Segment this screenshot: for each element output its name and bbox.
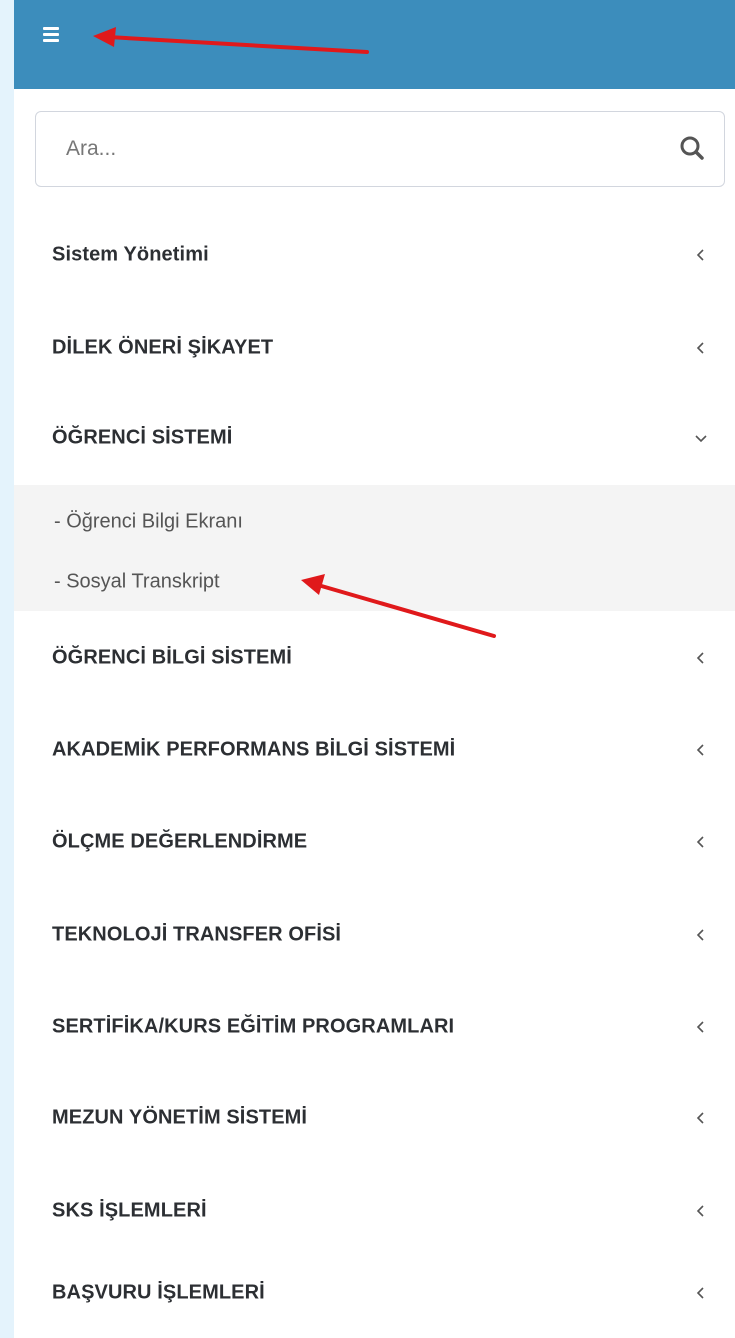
chevron-left-icon: [696, 929, 704, 941]
sidebar-item-label: ÖĞRENCİ BİLGİ SİSTEMİ: [52, 646, 292, 669]
sidebar-item-sistem-yonetimi[interactable]: Sistem Yönetimi: [14, 210, 735, 300]
top-navbar: [14, 0, 735, 89]
chevron-left-icon: [696, 342, 704, 354]
chevron-left-icon: [696, 249, 704, 261]
sidebar-item-label: TEKNOLOJİ TRANSFER OFİSİ: [52, 923, 342, 946]
sidebar-item-teknoloji-transfer[interactable]: TEKNOLOJİ TRANSFER OFİSİ: [14, 890, 735, 980]
sidebar-item-ogrenci-bilgi-sistemi[interactable]: ÖĞRENCİ BİLGİ SİSTEMİ: [14, 613, 735, 703]
submenu-item-label: - Sosyal Transkript: [54, 570, 220, 593]
sidebar-item-basvuru-islemleri[interactable]: BAŞVURU İŞLEMLERİ: [14, 1248, 735, 1338]
hamburger-icon[interactable]: [43, 27, 59, 42]
sidebar-item-sks-islemleri[interactable]: SKS İŞLEMLERİ: [14, 1166, 735, 1256]
sidebar-item-label: AKADEMİK PERFORMANS BİLGİ SİSTEMİ: [52, 738, 456, 761]
sidebar-item-label: DİLEK ÖNERİ ŞİKAYET: [52, 336, 274, 359]
sidebar-item-label: Sistem Yönetimi: [52, 243, 209, 266]
search-form: [35, 111, 725, 187]
submenu-ogrenci-sistemi: - Öğrenci Bilgi Ekranı - Sosyal Transkri…: [14, 485, 735, 611]
sidebar-item-label: SKS İŞLEMLERİ: [52, 1199, 207, 1222]
search-button[interactable]: [676, 132, 710, 166]
submenu-item-label: - Öğrenci Bilgi Ekranı: [54, 510, 243, 533]
sidebar-item-label: SERTİFİKA/KURS EĞİTİM PROGRAMLARI: [52, 1015, 455, 1038]
chevron-left-icon: [696, 652, 704, 664]
sidebar-item-mezun-yonetim[interactable]: MEZUN YÖNETİM SİSTEMİ: [14, 1073, 735, 1163]
sidebar-item-label: MEZUN YÖNETİM SİSTEMİ: [52, 1106, 308, 1129]
sidebar-item-olcme-degerlendirme[interactable]: ÖLÇME DEĞERLENDİRME: [14, 797, 735, 887]
chevron-left-icon: [696, 836, 704, 848]
sidebar-item-akademik-performans[interactable]: AKADEMİK PERFORMANS BİLGİ SİSTEMİ: [14, 705, 735, 795]
sidebar-item-label: ÖLÇME DEĞERLENDİRME: [52, 830, 308, 853]
sidebar-item-sertifika-kurs[interactable]: SERTİFİKA/KURS EĞİTİM PROGRAMLARI: [14, 982, 735, 1072]
sidebar-item-ogrenci-sistemi[interactable]: ÖĞRENCİ SİSTEMİ: [14, 393, 735, 483]
chevron-left-icon: [696, 1112, 704, 1124]
chevron-left-icon: [696, 1205, 704, 1217]
sidebar: Sistem Yönetimi DİLEK ÖNERİ ŞİKAYET ÖĞRE…: [14, 0, 735, 1338]
chevron-down-icon: [695, 435, 707, 443]
chevron-left-icon: [696, 1287, 704, 1299]
chevron-left-icon: [696, 744, 704, 756]
submenu-item-ogrenci-bilgi-ekrani[interactable]: - Öğrenci Bilgi Ekranı: [14, 497, 735, 547]
submenu-item-sosyal-transkript[interactable]: - Sosyal Transkript: [14, 557, 735, 607]
sidebar-item-dilek-oneri-sikayet[interactable]: DİLEK ÖNERİ ŞİKAYET: [14, 303, 735, 393]
sidebar-item-label: ÖĞRENCİ SİSTEMİ: [52, 426, 233, 449]
sidebar-item-label: BAŞVURU İŞLEMLERİ: [52, 1281, 265, 1304]
search-input[interactable]: [36, 112, 656, 186]
search-icon: [680, 136, 704, 160]
chevron-left-icon: [696, 1021, 704, 1033]
